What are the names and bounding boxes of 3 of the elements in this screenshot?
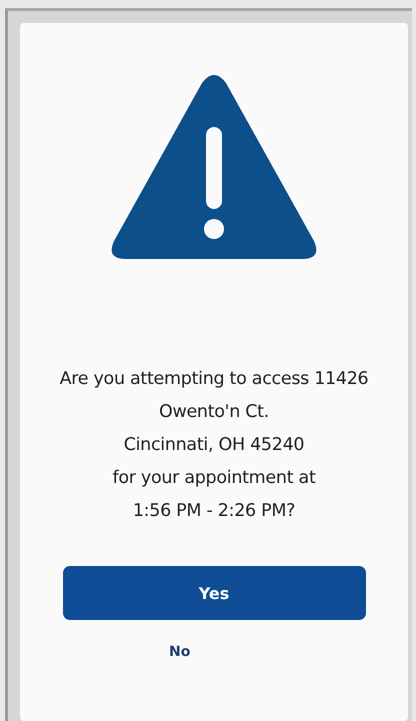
- confirmation-message: Are you attempting to access 11426 Owento'n Ct. Cincinnati, OH 45240 for your appointment at 1:56 PM - 2:26 PM?: [60, 368, 368, 523]
- yes-button[interactable]: Yes: [62, 566, 366, 620]
- no-link[interactable]: No: [165, 642, 194, 662]
